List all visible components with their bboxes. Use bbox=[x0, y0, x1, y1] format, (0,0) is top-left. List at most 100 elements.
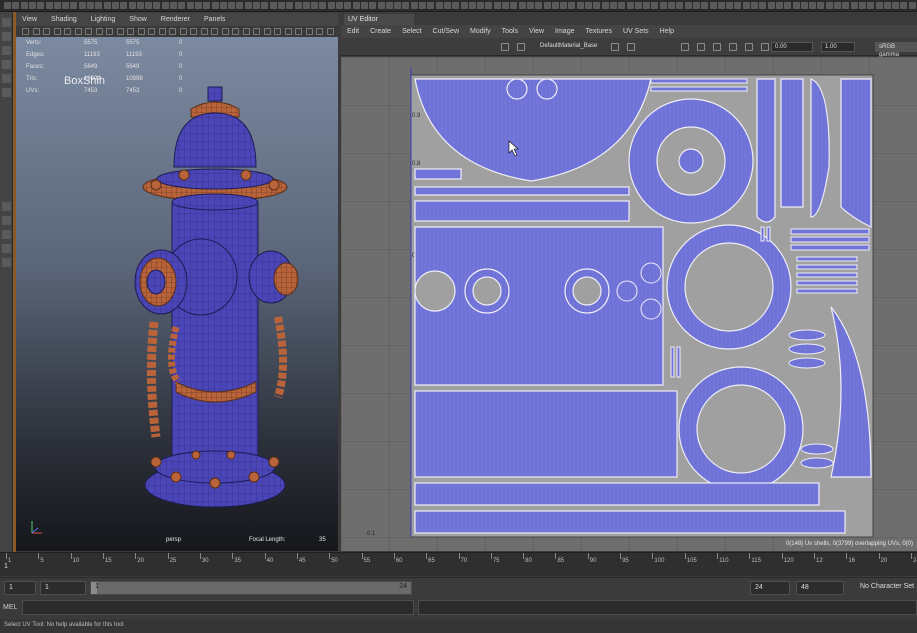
shelf-icon[interactable] bbox=[800, 2, 808, 9]
shelf-icon[interactable] bbox=[618, 2, 626, 9]
layout-persp-icon[interactable] bbox=[2, 244, 11, 253]
shelf-icon[interactable] bbox=[834, 2, 841, 9]
distortion-icon[interactable] bbox=[745, 43, 753, 51]
viewport-tool-icon[interactable] bbox=[200, 28, 208, 35]
uv-menu-edit[interactable]: Edit bbox=[347, 28, 359, 35]
shelf-icon[interactable] bbox=[858, 2, 866, 9]
shelf-icon[interactable] bbox=[327, 2, 335, 9]
uv-menu-cut-sew[interactable]: Cut/Sew bbox=[433, 28, 459, 35]
shelf-icon[interactable] bbox=[817, 2, 825, 9]
shelf-icon[interactable] bbox=[62, 2, 70, 9]
shelf-icon[interactable] bbox=[609, 2, 617, 9]
shelf-icon[interactable] bbox=[194, 2, 202, 9]
shelf-icon[interactable] bbox=[842, 2, 850, 9]
shelf-icon[interactable] bbox=[12, 2, 20, 9]
uv-shell[interactable] bbox=[780, 78, 804, 208]
shelf-icon[interactable] bbox=[892, 2, 900, 9]
color-space-selector[interactable]: sRGB gamma bbox=[875, 42, 917, 58]
viewport-tool-icon[interactable] bbox=[179, 28, 187, 35]
move-tool-icon[interactable] bbox=[2, 60, 11, 69]
shelf-icon[interactable] bbox=[593, 2, 601, 9]
timeline[interactable]: 1 5 10 15 20 25 30 35 40 45 50 55 60 65 70 75 80 85 90 95 10… bbox=[0, 552, 917, 576]
uv-menu-select[interactable]: Select bbox=[402, 28, 421, 35]
uv-shell[interactable] bbox=[414, 510, 846, 534]
shelf-icon[interactable] bbox=[369, 2, 377, 9]
uv-shell[interactable] bbox=[414, 390, 678, 478]
shelf-icon[interactable] bbox=[128, 2, 136, 9]
uv-shell[interactable] bbox=[840, 78, 872, 228]
shelf-icon[interactable] bbox=[377, 2, 385, 9]
viewport-tool-icon[interactable] bbox=[326, 28, 334, 35]
image-icon[interactable] bbox=[611, 43, 619, 51]
viewport-menu-view[interactable]: View bbox=[22, 16, 37, 23]
viewport-tool-icon[interactable] bbox=[253, 28, 260, 35]
viewport-tool-icon[interactable] bbox=[284, 28, 292, 35]
viewport-menu-panels[interactable]: Panels bbox=[204, 16, 225, 23]
shelf-icon[interactable] bbox=[751, 2, 758, 9]
layout-single-icon[interactable] bbox=[2, 202, 11, 211]
uv-shell[interactable] bbox=[414, 200, 630, 222]
viewport-tool-icon[interactable] bbox=[43, 28, 50, 35]
viewport-tool-icon[interactable] bbox=[64, 28, 71, 35]
uv-menu-create[interactable]: Create bbox=[370, 28, 391, 35]
shelf-icon[interactable] bbox=[676, 2, 684, 9]
shelf-icon[interactable] bbox=[477, 2, 485, 9]
viewport-tool-icon[interactable] bbox=[221, 28, 229, 35]
viewport-tool-icon[interactable] bbox=[127, 28, 134, 35]
shelf-icon[interactable] bbox=[792, 2, 800, 9]
uv-menu-tools[interactable]: Tools bbox=[502, 28, 518, 35]
uv-shell[interactable] bbox=[506, 78, 528, 100]
uv-shell[interactable] bbox=[414, 482, 820, 506]
isolate-icon[interactable] bbox=[729, 43, 737, 51]
shelf-icon[interactable] bbox=[78, 2, 86, 9]
viewport-tool-icon[interactable] bbox=[106, 28, 113, 35]
viewport-tool-icon[interactable] bbox=[32, 28, 40, 35]
uv-editor-tab[interactable]: UV Editor bbox=[344, 14, 414, 25]
shelf-icon[interactable] bbox=[294, 2, 302, 9]
scale-tool-icon[interactable] bbox=[2, 88, 11, 97]
gamma-field[interactable]: 1.00 bbox=[821, 42, 855, 52]
viewport-tool-icon[interactable] bbox=[263, 28, 271, 35]
layout-side-icon[interactable] bbox=[2, 230, 11, 239]
shelf-icon[interactable] bbox=[568, 2, 576, 9]
shelf-icon[interactable] bbox=[709, 2, 717, 9]
hydrant-model[interactable] bbox=[16, 37, 338, 551]
rotate-tool-icon[interactable] bbox=[2, 74, 11, 83]
exposure-icon[interactable] bbox=[627, 43, 635, 51]
shelf-icon[interactable] bbox=[809, 2, 817, 9]
shelf-icon[interactable] bbox=[535, 2, 543, 9]
shelf-icon[interactable] bbox=[775, 2, 783, 9]
uv-shell[interactable] bbox=[414, 168, 462, 180]
shelf-icon[interactable] bbox=[136, 2, 144, 9]
shelf-icon[interactable] bbox=[311, 2, 319, 9]
shelf-icon[interactable] bbox=[20, 2, 28, 9]
shelf-icon[interactable] bbox=[360, 2, 368, 9]
uv-menu-image[interactable]: Image bbox=[555, 28, 574, 35]
shelf-icon[interactable] bbox=[336, 2, 343, 9]
exposure-reset-icon[interactable] bbox=[761, 43, 769, 51]
viewport-tool-icon[interactable] bbox=[148, 28, 155, 35]
viewport-tool-icon[interactable] bbox=[85, 28, 92, 35]
shelf-icon[interactable] bbox=[319, 2, 327, 9]
mel-label[interactable]: MEL bbox=[3, 604, 17, 611]
shelf-icon[interactable] bbox=[277, 2, 285, 9]
shelf-icon[interactable] bbox=[875, 2, 883, 9]
viewport-tool-icon[interactable] bbox=[22, 28, 29, 35]
shelf-icon[interactable] bbox=[120, 2, 128, 9]
layout-four-icon[interactable] bbox=[2, 216, 11, 225]
shelf-icon[interactable] bbox=[510, 2, 518, 9]
shelf-icon[interactable] bbox=[684, 2, 692, 9]
shelf-icon[interactable] bbox=[4, 2, 11, 9]
shelf-icon[interactable] bbox=[742, 2, 750, 9]
shelf-icon[interactable] bbox=[767, 2, 775, 9]
viewport-tool-icon[interactable] bbox=[316, 28, 323, 35]
shelf-icon[interactable] bbox=[717, 2, 725, 9]
shelf-icon[interactable] bbox=[95, 2, 103, 9]
shelf-icon[interactable] bbox=[443, 2, 451, 9]
shelf-icon[interactable] bbox=[601, 2, 609, 9]
viewport-menu-renderer[interactable]: Renderer bbox=[161, 16, 190, 23]
shelf-icon[interactable] bbox=[103, 2, 111, 9]
playback-end-field[interactable]: 24 bbox=[750, 581, 790, 595]
shelf-icon[interactable] bbox=[784, 2, 792, 9]
shelf-icon[interactable] bbox=[867, 2, 875, 9]
